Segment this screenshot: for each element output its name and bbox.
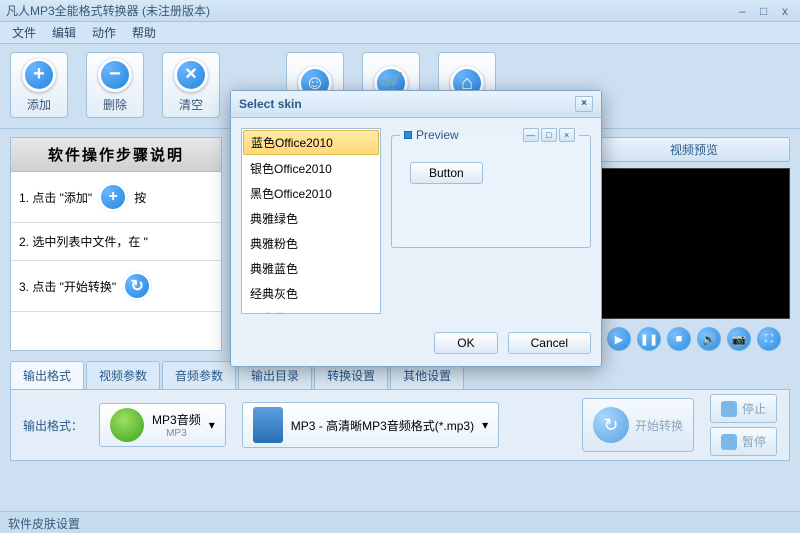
tab-video-params[interactable]: 视频参数: [86, 361, 160, 389]
volume-button[interactable]: 🔊: [697, 327, 721, 351]
step-row-3: 3. 点击 "开始转换"↻: [11, 261, 221, 312]
refresh-icon: ↻: [122, 271, 152, 301]
preview-window-buttons: — □ ×: [523, 128, 575, 142]
stop-icon: [721, 401, 737, 417]
chevron-down-icon: ▾: [482, 418, 488, 432]
dialog-footer: OK Cancel: [231, 324, 601, 366]
preview-bullet-icon: [404, 131, 412, 139]
file-icon: [253, 407, 283, 443]
skin-item[interactable]: 典雅粉色: [242, 231, 380, 256]
step-row-2: 2. 选中列表中文件，在 ": [11, 223, 221, 261]
menu-help[interactable]: 帮助: [124, 24, 164, 41]
stop-button[interactable]: ■: [667, 327, 691, 351]
preview-close-icon: ×: [559, 128, 575, 142]
format-profile-dropdown[interactable]: MP3 - 高清晰MP3音频格式(*.mp3) ▾: [242, 402, 499, 448]
plus-icon: +: [22, 58, 56, 92]
dialog-titlebar: Select skin ×: [231, 91, 601, 118]
start-convert-button[interactable]: ↻开始转换: [582, 398, 694, 452]
ok-button[interactable]: OK: [434, 332, 497, 354]
skin-item[interactable]: 典雅绿色: [242, 206, 380, 231]
close-icon[interactable]: x: [776, 4, 794, 18]
minus-icon: −: [98, 58, 132, 92]
pause-convert-button[interactable]: 暂停: [710, 427, 777, 456]
convert-icon: ↻: [593, 407, 629, 443]
skin-item[interactable]: 经典灰色: [242, 281, 380, 306]
convert-side-buttons: 停止 暂停: [710, 394, 777, 456]
dialog-close-button[interactable]: ×: [575, 96, 593, 112]
preview-sample-button[interactable]: Button: [410, 162, 483, 184]
skin-list[interactable]: 蓝色Office2010 银色Office2010 黑色Office2010 典…: [241, 128, 381, 314]
menu-action[interactable]: 动作: [84, 24, 124, 41]
tab-output-format[interactable]: 输出格式: [10, 361, 84, 389]
window-title: 凡人MP3全能格式转换器 (未注册版本): [6, 2, 733, 19]
select-skin-dialog: Select skin × 蓝色Office2010 银色Office2010 …: [230, 90, 602, 367]
steps-panel: 软件操作步骤说明 1. 点击 "添加"+按 2. 选中列表中文件，在 " 3. …: [10, 137, 222, 351]
window-controls: – □ x: [733, 4, 794, 18]
format-category-dropdown[interactable]: MP3音频MP3 ▾: [99, 403, 226, 447]
menu-file[interactable]: 文件: [4, 24, 44, 41]
step-row-1: 1. 点击 "添加"+按: [11, 172, 221, 223]
fullscreen-button[interactable]: ⛶: [757, 327, 781, 351]
maximize-icon[interactable]: □: [755, 4, 773, 18]
mp3-disc-icon: [110, 408, 144, 442]
skin-item[interactable]: 蓝色Office2010: [243, 130, 379, 155]
preview-header: 视频预览: [598, 137, 790, 162]
preview-min-icon: —: [523, 128, 539, 142]
window-titlebar: 凡人MP3全能格式转换器 (未注册版本) – □ x: [0, 0, 800, 22]
skin-item[interactable]: 典雅蓝色: [242, 256, 380, 281]
skin-item[interactable]: 经典蓝色: [242, 306, 380, 314]
skin-preview-box: Preview — □ × Button: [391, 128, 591, 314]
preview-panel: 视频预览 ▶ ❚❚ ■ 🔊 📷 ⛶: [598, 137, 790, 351]
menu-bar: 文件 编辑 动作 帮助: [0, 22, 800, 44]
output-label: 输出格式：: [23, 417, 83, 434]
preview-legend: Preview — □ ×: [400, 128, 579, 142]
chevron-down-icon: ▾: [209, 418, 215, 432]
steps-header: 软件操作步骤说明: [11, 138, 221, 172]
plus-icon: +: [98, 182, 128, 212]
preview-screen: [598, 168, 790, 319]
skin-item[interactable]: 黑色Office2010: [242, 181, 380, 206]
pause-button[interactable]: ❚❚: [637, 327, 661, 351]
play-button[interactable]: ▶: [607, 327, 631, 351]
preview-max-icon: □: [541, 128, 557, 142]
menu-edit[interactable]: 编辑: [44, 24, 84, 41]
skin-item[interactable]: 银色Office2010: [242, 156, 380, 181]
dialog-title: Select skin: [239, 97, 575, 111]
output-panel: 输出格式： MP3音频MP3 ▾ MP3 - 高清晰MP3音频格式(*.mp3)…: [10, 389, 790, 461]
dialog-body: 蓝色Office2010 银色Office2010 黑色Office2010 典…: [231, 118, 601, 324]
stop-convert-button[interactable]: 停止: [710, 394, 777, 423]
pause-icon: [721, 434, 737, 450]
status-text: 软件皮肤设置: [8, 517, 80, 531]
remove-button[interactable]: −删除: [86, 52, 144, 118]
x-icon: ×: [174, 58, 208, 92]
preview-fieldset: Preview — □ × Button: [391, 128, 591, 248]
cancel-button[interactable]: Cancel: [508, 332, 591, 354]
add-button[interactable]: +添加: [10, 52, 68, 118]
snapshot-button[interactable]: 📷: [727, 327, 751, 351]
status-bar: 软件皮肤设置: [0, 511, 800, 533]
minimize-icon[interactable]: –: [733, 4, 751, 18]
preview-controls: ▶ ❚❚ ■ 🔊 📷 ⛶: [598, 325, 790, 351]
tab-audio-params[interactable]: 音频参数: [162, 361, 236, 389]
clear-button[interactable]: ×清空: [162, 52, 220, 118]
